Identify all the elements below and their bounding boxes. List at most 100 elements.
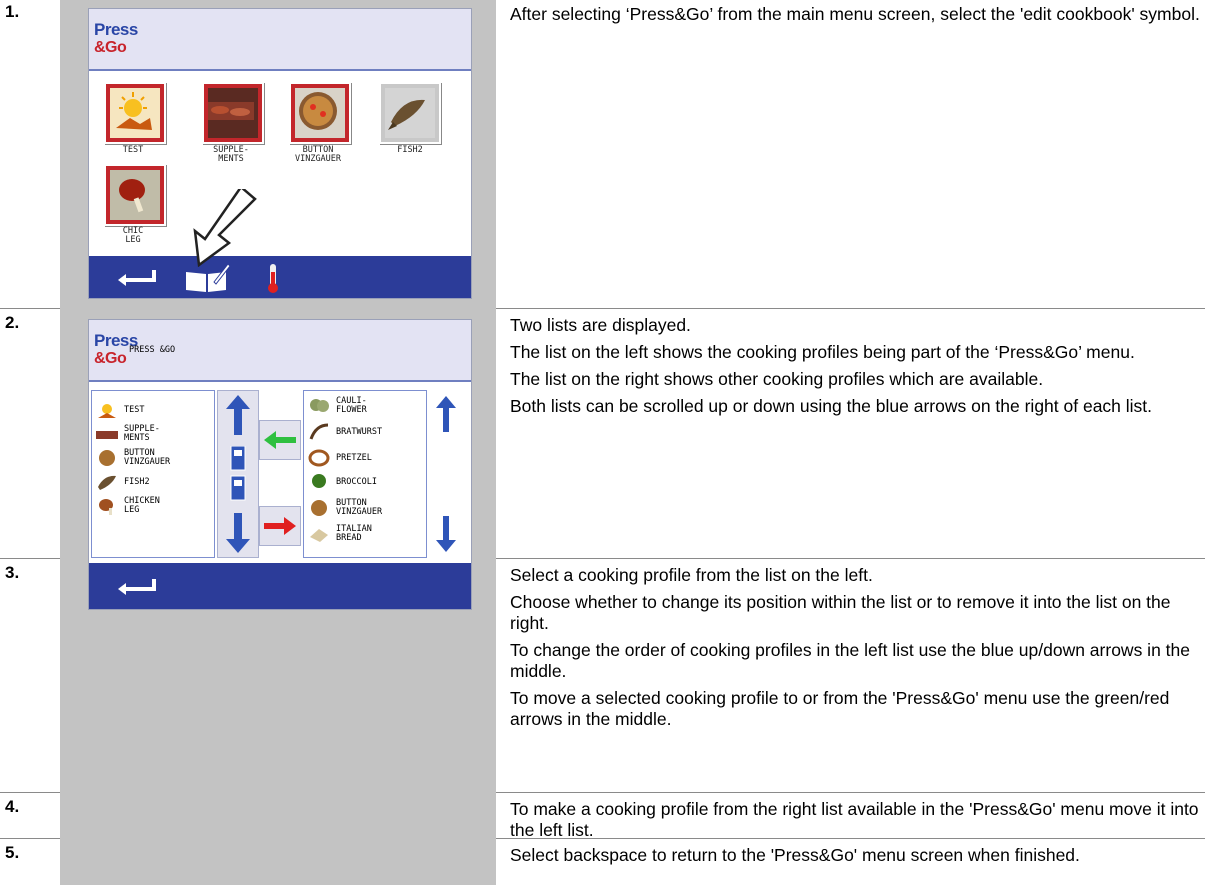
add-to-menu-button[interactable] (259, 420, 301, 460)
tile-button-vinzgauer[interactable] (289, 82, 351, 144)
logo-go: &Go (94, 39, 127, 56)
row-divider (496, 792, 1205, 793)
scroll-down-arrow-icon[interactable] (436, 516, 456, 557)
step-number: 4. (5, 797, 20, 816)
paragraph: Choose whether to change its position wi… (510, 592, 1171, 633)
tile-label: SUPPLE- MENTS (213, 145, 249, 164)
step-number: 2. (5, 313, 20, 332)
chicken-leg-icon (96, 497, 118, 515)
move-up-arrow-icon[interactable] (226, 395, 250, 440)
order-controls (217, 390, 259, 558)
step-number: 5. (5, 843, 20, 862)
available-profile-list[interactable]: CAULI- FLOWER BRATWURST PRETZEL BROCCOLI… (303, 390, 427, 558)
tile-chicken-leg[interactable] (104, 164, 166, 226)
press-go-menu-screen: Press &Go TEST SUPPLE- MENTS BUTTON VINZ… (88, 8, 472, 299)
back-arrow-icon[interactable] (114, 266, 158, 295)
screen-title: PRESS &GO (129, 345, 176, 355)
tile-label: TEST (122, 145, 144, 155)
list-item[interactable]: BUTTON VINZGAUER (308, 497, 422, 519)
paragraph: Both lists can be scrolled up or down us… (510, 396, 1153, 416)
row-divider (496, 308, 1205, 309)
press-go-edit-screen: Press &Go PRESS &GO TEST SUPPLE- MENTS B… (88, 319, 472, 610)
step-2-text: Two lists are displayed. The list on the… (510, 315, 1200, 423)
bread-roll-icon (295, 88, 345, 138)
pretzel-icon (308, 449, 330, 467)
tile-label: CHIC LEG (122, 226, 144, 245)
paragraph: Two lists are displayed. (510, 315, 691, 335)
scroll-handle-icon[interactable] (228, 445, 248, 507)
list-item-label: TEST (124, 404, 145, 415)
paragraph: To move a selected cooking profile to or… (510, 688, 1170, 729)
list-item[interactable]: CHICKEN LEG (96, 495, 210, 517)
step-1-text: After selecting ‘Press&Go’ from the main… (510, 4, 1200, 31)
tile-label: FISH2 (397, 145, 423, 155)
sausages-icon (96, 425, 118, 443)
sausages-icon (208, 88, 258, 138)
pointer-arrow-icon (181, 185, 261, 272)
paragraph: To change the order of cooking profiles … (510, 640, 1190, 681)
list-item[interactable]: PRETZEL (308, 447, 422, 469)
row-divider (0, 308, 60, 309)
list-item[interactable]: CAULI- FLOWER (308, 395, 422, 417)
step-3-text: Select a cooking profile from the list o… (510, 565, 1200, 736)
green-left-arrow-icon (264, 431, 296, 454)
tile-supplements[interactable] (202, 82, 264, 144)
chicken-leg-icon (110, 170, 160, 220)
list-item[interactable]: ITALIAN BREAD (308, 523, 422, 545)
list-item[interactable]: SUPPLE- MENTS (96, 423, 210, 445)
thermometer-icon[interactable] (266, 262, 280, 298)
press-go-logo: Press &Go (94, 21, 138, 57)
step-number: 3. (5, 563, 20, 582)
bread-loaf-icon (308, 525, 330, 543)
paragraph: To make a cooking profile from the right… (510, 799, 1199, 840)
list-item-label: ITALIAN BREAD (336, 524, 372, 543)
row-divider (0, 838, 60, 839)
fish-icon (96, 473, 118, 491)
broccoli-icon (308, 473, 330, 491)
sun-food-icon (96, 401, 118, 419)
logo-press: Press (94, 20, 138, 39)
list-item[interactable]: BROCCOLI (308, 471, 422, 493)
list-item[interactable]: BRATWURST (308, 421, 422, 443)
screen-header: Press &Go (89, 9, 471, 71)
paragraph: The list on the left shows the cooking p… (510, 342, 1135, 362)
press-go-profile-list[interactable]: TEST SUPPLE- MENTS BUTTON VINZGAUER FISH… (91, 390, 215, 558)
cauliflower-icon (308, 397, 330, 415)
list-item-label: CAULI- FLOWER (336, 396, 367, 415)
list-item-label: SUPPLE- MENTS (124, 424, 160, 443)
red-right-arrow-icon (264, 517, 296, 540)
list-item-label: CHICKEN LEG (124, 496, 160, 515)
step-4-text: To make a cooking profile from the right… (510, 799, 1200, 847)
tile-fish2[interactable] (379, 82, 441, 144)
screen-footer (89, 256, 471, 298)
move-down-arrow-icon[interactable] (226, 513, 250, 558)
back-arrow-icon[interactable] (114, 575, 158, 604)
list-item[interactable]: BUTTON VINZGAUER (96, 447, 210, 469)
row-divider (496, 558, 1205, 559)
list-item-label: BROCCOLI (336, 476, 377, 487)
bread-roll-icon (96, 449, 118, 467)
list-item-label: BUTTON VINZGAUER (336, 498, 383, 517)
paragraph: Select backspace to return to the 'Press… (510, 845, 1080, 865)
row-divider (0, 558, 60, 559)
remove-from-menu-button[interactable] (259, 506, 301, 546)
bread-roll-icon (308, 499, 330, 517)
row-divider (0, 792, 60, 793)
list-item-label: BRATWURST (336, 426, 383, 437)
list-item[interactable]: FISH2 (96, 471, 210, 493)
tile-test[interactable] (104, 82, 166, 144)
list-item-label: PRETZEL (336, 452, 372, 463)
sun-food-icon (110, 88, 160, 138)
list-item-label: BUTTON VINZGAUER (124, 448, 171, 467)
step-5-text: Select backspace to return to the 'Press… (510, 845, 1200, 872)
paragraph: After selecting ‘Press&Go’ from the main… (510, 4, 1200, 24)
tile-label: BUTTON VINZGAUER (294, 145, 342, 164)
list-item[interactable]: TEST (96, 399, 210, 421)
paragraph: The list on the right shows other cookin… (510, 369, 1044, 389)
scroll-up-arrow-icon[interactable] (436, 396, 456, 437)
paragraph: Select a cooking profile from the list o… (510, 565, 873, 585)
screen-header: Press &Go PRESS &GO (89, 320, 471, 382)
screen-footer (89, 563, 471, 609)
list-item-label: FISH2 (124, 476, 150, 487)
fish-icon (385, 88, 435, 138)
